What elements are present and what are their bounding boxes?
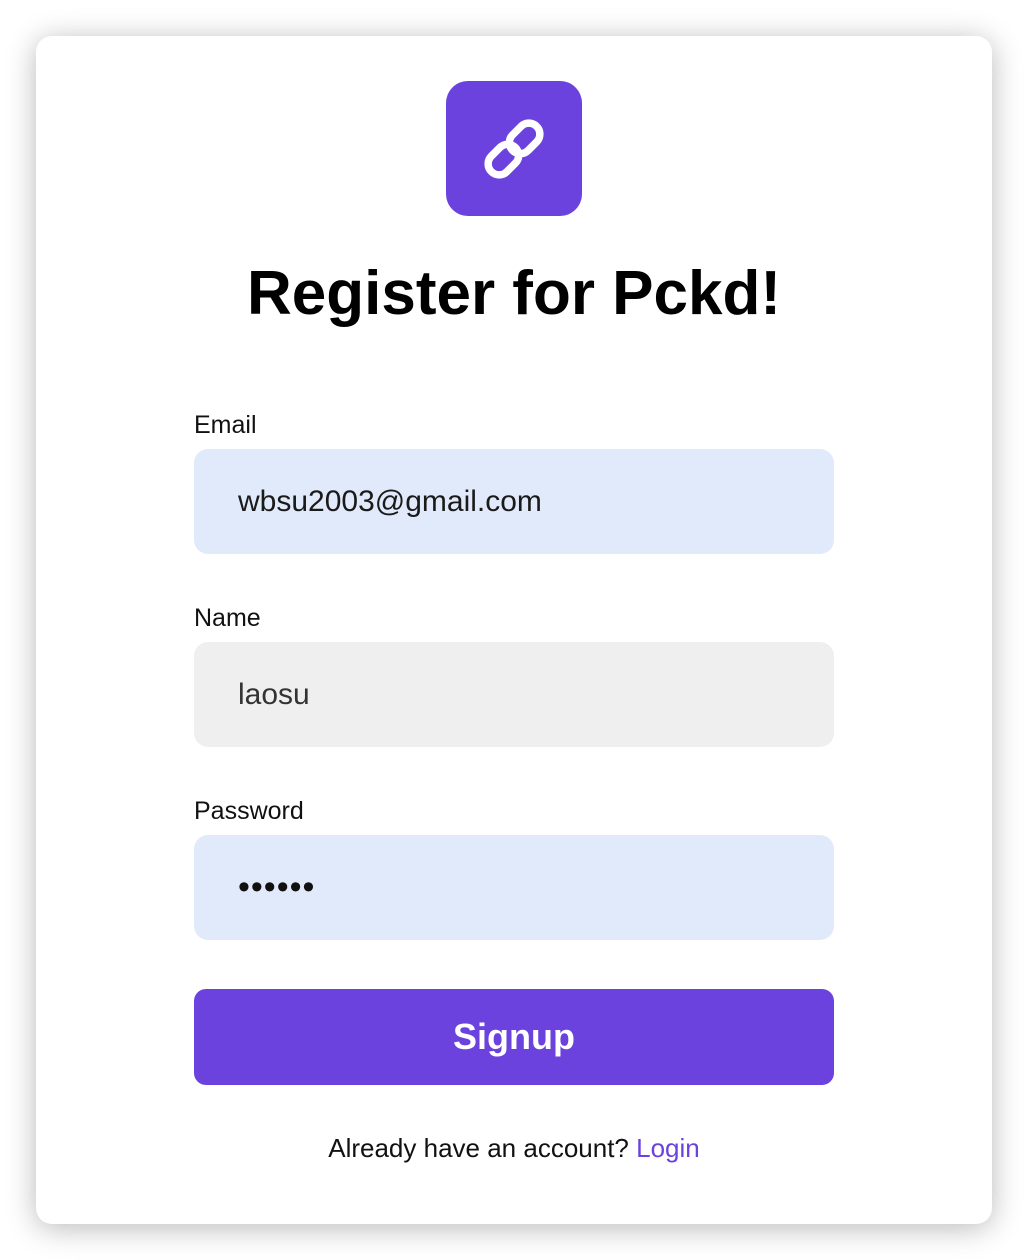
login-prompt-text: Already have an account?: [328, 1133, 629, 1163]
password-field[interactable]: ••••••: [194, 835, 834, 940]
name-field[interactable]: [194, 642, 834, 747]
link-icon: [484, 118, 544, 179]
email-label: Email: [194, 411, 257, 439]
signup-button[interactable]: Signup: [194, 989, 834, 1085]
password-label: Password: [194, 797, 304, 825]
app-logo: [446, 81, 582, 216]
page-title: Register for Pckd!: [246, 259, 782, 328]
email-field[interactable]: [194, 449, 834, 554]
login-link[interactable]: Login: [636, 1133, 700, 1163]
register-card: Register for Pckd! Email Name Password •…: [36, 36, 992, 1224]
login-prompt: Already have an account? Login: [36, 1132, 992, 1164]
password-value: ••••••: [238, 868, 316, 906]
name-label: Name: [194, 604, 261, 632]
